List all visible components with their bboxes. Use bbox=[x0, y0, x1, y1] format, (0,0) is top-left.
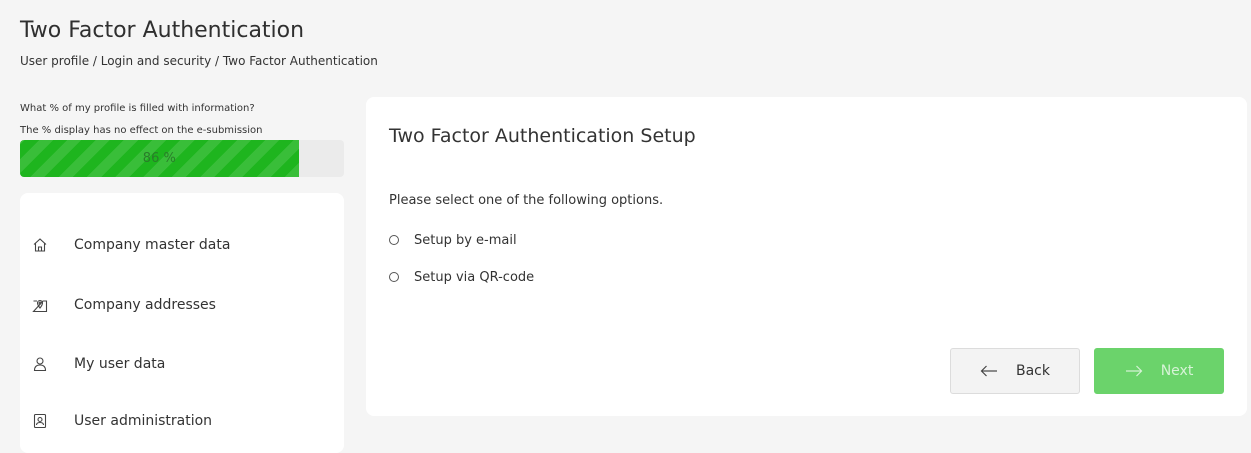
next-button[interactable]: Next bbox=[1094, 348, 1224, 394]
progress-label: 86 % bbox=[142, 151, 176, 166]
sidebar-item-company-master-data[interactable]: Company master data bbox=[20, 225, 344, 265]
back-label: Back bbox=[1016, 363, 1050, 379]
sidebar-item-label: Company master data bbox=[74, 237, 231, 253]
card-title: Two Factor Authentication Setup bbox=[389, 125, 696, 147]
arrow-right-icon bbox=[1125, 365, 1143, 377]
profile-progress-bar: 86 % bbox=[20, 140, 344, 177]
option-qr-code[interactable]: Setup via QR-code bbox=[389, 267, 534, 287]
progress-fill: 86 % bbox=[20, 140, 299, 177]
radio-button[interactable] bbox=[389, 272, 399, 282]
user-icon bbox=[32, 356, 48, 372]
breadcrumb: User profile / Login and security / Two … bbox=[20, 54, 378, 68]
home-icon bbox=[32, 237, 48, 253]
setup-card: Two Factor Authentication Setup Please s… bbox=[366, 97, 1247, 416]
next-label: Next bbox=[1160, 363, 1194, 379]
arrow-left-icon bbox=[980, 365, 998, 377]
sidebar-item-label: User administration bbox=[74, 413, 213, 429]
radio-label: Setup by e-mail bbox=[414, 232, 517, 248]
map-pin-icon bbox=[32, 297, 48, 313]
progress-question: What % of my profile is filled with info… bbox=[20, 103, 255, 114]
instruction-text: Please select one of the following optio… bbox=[389, 193, 664, 208]
sidebar-item-label: My user data bbox=[74, 356, 166, 372]
sidebar-item-my-user-data[interactable]: My user data bbox=[20, 344, 344, 384]
option-email[interactable]: Setup by e-mail bbox=[389, 230, 517, 250]
sidebar-item-user-administration[interactable]: User administration bbox=[20, 401, 344, 441]
page-title: Two Factor Authentication bbox=[20, 18, 305, 43]
radio-label: Setup via QR-code bbox=[414, 269, 535, 285]
progress-note: The % display has no effect on the e-sub… bbox=[20, 125, 263, 136]
sidebar: Company master data Company addresses My… bbox=[20, 193, 344, 453]
user-card-icon bbox=[32, 413, 48, 429]
radio-button[interactable] bbox=[389, 235, 399, 245]
sidebar-item-label: Company addresses bbox=[74, 297, 216, 313]
back-button[interactable]: Back bbox=[950, 348, 1080, 394]
sidebar-item-company-addresses[interactable]: Company addresses bbox=[20, 285, 344, 325]
